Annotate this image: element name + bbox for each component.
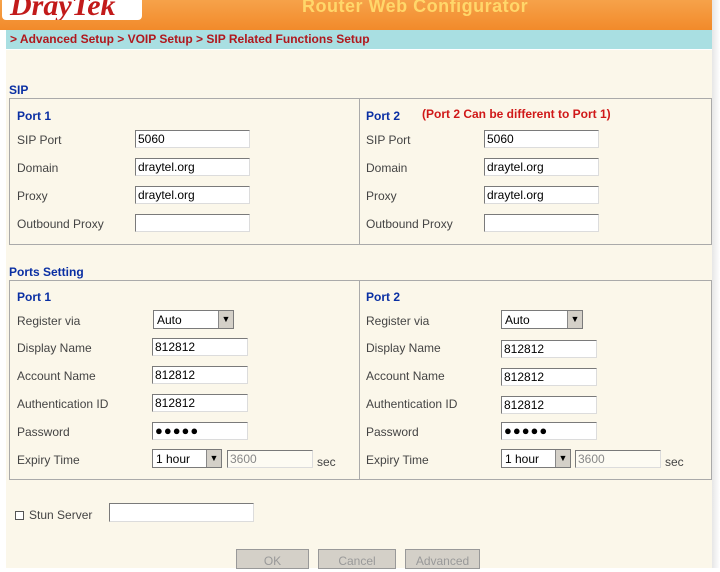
sip-port1-title: Port 1 xyxy=(17,109,52,123)
sip-panel-divider xyxy=(359,99,360,244)
stun-server-input[interactable] xyxy=(109,503,254,522)
ps-port2-auth-input[interactable]: 812812 xyxy=(501,396,597,414)
ps-port1-expiry-value: 1 hour xyxy=(156,452,191,466)
ps-port1-auth-input[interactable]: 812812 xyxy=(152,394,248,412)
window: DrayTek Router Web Configurator > Advanc… xyxy=(0,0,720,569)
sip-port1-outbound-input[interactable] xyxy=(135,214,250,232)
ps-port1-auth-label: Authentication ID xyxy=(17,397,109,411)
ps-port1-expiry-label: Expiry Time xyxy=(17,453,80,467)
sip-port1-sip-port-label: SIP Port xyxy=(17,133,62,147)
sip-port1-domain-input[interactable]: draytel.org xyxy=(135,158,250,176)
ps-port2-expiry-value: 1 hour xyxy=(505,452,540,466)
stun-server-checkbox[interactable] xyxy=(15,511,24,520)
chevron-down-icon[interactable]: ▼ xyxy=(206,450,221,467)
app-title: Router Web Configurator xyxy=(302,0,529,16)
breadcrumb: > Advanced Setup > VOIP Setup > SIP Rela… xyxy=(6,30,712,49)
ps-port1-display-label: Display Name xyxy=(17,341,92,355)
ps-port1-account-input[interactable]: 812812 xyxy=(152,366,248,384)
ps-port2-register-label: Register via xyxy=(366,314,430,328)
ps-port1-title: Port 1 xyxy=(17,290,52,304)
ps-port2-auth-label: Authentication ID xyxy=(366,397,458,411)
stun-server-label: Stun Server xyxy=(29,508,93,522)
ok-button[interactable]: OK xyxy=(236,549,309,569)
sip-port2-outbound-label: Outbound Proxy xyxy=(366,217,453,231)
port2-note: (Port 2 Can be different to Port 1) xyxy=(422,107,611,121)
advanced-button[interactable]: Advanced xyxy=(405,549,480,569)
ps-port1-sec-label: sec xyxy=(317,455,336,469)
ports-setting-title: Ports Setting xyxy=(9,265,84,279)
header-bar: DrayTek Router Web Configurator xyxy=(0,0,714,30)
ps-port1-account-label: Account Name xyxy=(17,369,96,383)
sip-port1-outbound-label: Outbound Proxy xyxy=(17,217,104,231)
ps-port2-register-value: Auto xyxy=(505,313,530,327)
ps-port2-account-label: Account Name xyxy=(366,369,445,383)
ps-port2-password-label: Password xyxy=(366,425,419,439)
ps-port1-expiry-select[interactable]: 1 hour ▼ xyxy=(152,449,222,468)
sip-port2-proxy-input[interactable]: draytel.org xyxy=(484,186,599,204)
sip-port1-proxy-label: Proxy xyxy=(17,189,48,203)
ps-port2-display-label: Display Name xyxy=(366,341,441,355)
sip-port2-sip-port-label: SIP Port xyxy=(366,133,411,147)
ps-port2-register-select[interactable]: Auto ▼ xyxy=(501,310,583,329)
right-shadow xyxy=(712,0,720,568)
sip-port2-outbound-input[interactable] xyxy=(484,214,599,232)
ports-setting-divider xyxy=(359,281,360,479)
sip-port1-sip-port-input[interactable]: 5060 xyxy=(135,130,250,148)
sip-section-title: SIP xyxy=(9,83,29,97)
ps-port2-password-input[interactable]: ●●●●● xyxy=(501,422,597,440)
sip-port1-domain-label: Domain xyxy=(17,161,59,175)
ps-port2-expiry-select[interactable]: 1 hour ▼ xyxy=(501,449,571,468)
ps-port1-password-label: Password xyxy=(17,425,70,439)
ps-port2-account-input[interactable]: 812812 xyxy=(501,368,597,386)
sip-port2-domain-input[interactable]: draytel.org xyxy=(484,158,599,176)
sip-port2-domain-label: Domain xyxy=(366,161,408,175)
sip-port2-title: Port 2 xyxy=(366,109,401,123)
ps-port1-register-value: Auto xyxy=(157,313,182,327)
ps-port1-display-input[interactable]: 812812 xyxy=(152,338,248,356)
ps-port1-expiry-seconds[interactable]: 3600 xyxy=(227,450,313,468)
chevron-down-icon[interactable]: ▼ xyxy=(555,450,570,467)
sip-port2-sip-port-input[interactable]: 5060 xyxy=(484,130,599,148)
cancel-button[interactable]: Cancel xyxy=(318,549,396,569)
ps-port2-display-input[interactable]: 812812 xyxy=(501,340,597,358)
ps-port2-expiry-label: Expiry Time xyxy=(366,453,429,467)
sip-port2-proxy-label: Proxy xyxy=(366,189,397,203)
ps-port2-sec-label: sec xyxy=(665,455,684,469)
chevron-down-icon[interactable]: ▼ xyxy=(218,311,233,328)
draytek-logo: DrayTek xyxy=(2,0,142,20)
ps-port1-register-select[interactable]: Auto ▼ xyxy=(153,310,234,329)
ps-port2-title: Port 2 xyxy=(366,290,401,304)
chevron-down-icon[interactable]: ▼ xyxy=(567,311,582,328)
content-area: SIP Port 1 SIP Port 5060 Domain draytel.… xyxy=(6,50,712,568)
ps-port2-expiry-seconds[interactable]: 3600 xyxy=(575,450,661,468)
sip-port1-proxy-input[interactable]: draytel.org xyxy=(135,186,250,204)
ps-port1-password-input[interactable]: ●●●●● xyxy=(152,422,248,440)
ps-port1-register-label: Register via xyxy=(17,314,81,328)
